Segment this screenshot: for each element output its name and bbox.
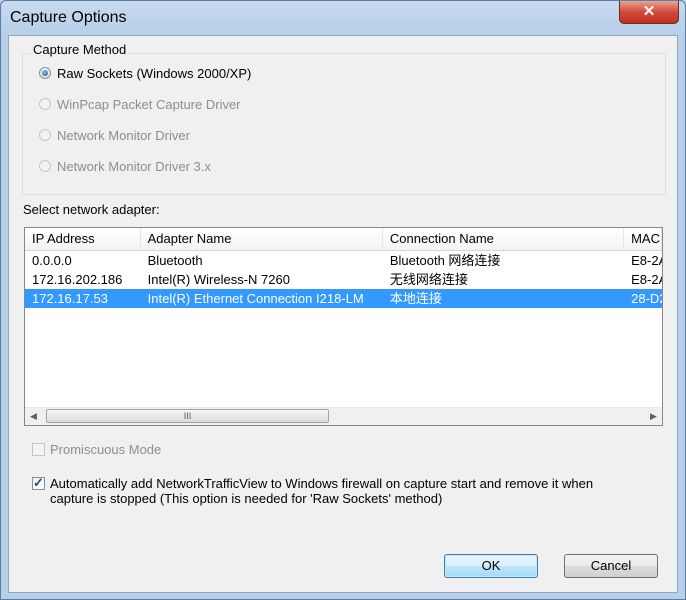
adapter-section-label: Select network adapter: xyxy=(23,202,160,217)
cell-adapter-name: Intel(R) Ethernet Connection I218-LM xyxy=(147,291,364,306)
scroll-right-icon[interactable]: ▶ xyxy=(645,408,662,425)
cell-mac: E8-2A xyxy=(631,272,662,287)
cell-connection-name: 无线网络连接 xyxy=(389,272,468,287)
column-header-mac[interactable]: MAC xyxy=(624,228,662,250)
close-button[interactable]: ✕ xyxy=(619,1,679,24)
scrollbar-thumb[interactable]: III xyxy=(46,409,329,423)
dialog-client-area: Capture Method Raw Sockets (Windows 2000… xyxy=(8,35,678,593)
radio-label: Network Monitor Driver xyxy=(57,127,190,143)
table-row-selected[interactable]: 172.16.17.53 Intel(R) Ethernet Connectio… xyxy=(25,289,662,308)
radio-label: WinPcap Packet Capture Driver xyxy=(57,96,241,112)
promiscuous-mode-option[interactable]: Promiscuous Mode xyxy=(32,442,161,457)
horizontal-scrollbar[interactable]: ◀ III ▶ xyxy=(25,407,662,425)
cell-adapter-name: Intel(R) Wireless-N 7260 xyxy=(147,272,290,287)
radio-button[interactable] xyxy=(39,98,51,110)
checkbox-label: Automatically add NetworkTrafficView to … xyxy=(50,476,594,506)
close-icon: ✕ xyxy=(642,3,656,20)
radio-network-monitor[interactable]: Network Monitor Driver xyxy=(39,126,190,144)
capture-method-legend: Capture Method xyxy=(30,42,130,57)
ok-button[interactable]: OK xyxy=(444,554,538,578)
radio-winpcap[interactable]: WinPcap Packet Capture Driver xyxy=(39,95,241,113)
radio-label: Network Monitor Driver 3.x xyxy=(57,158,211,174)
radio-network-monitor-3x[interactable]: Network Monitor Driver 3.x xyxy=(39,157,211,175)
table-row[interactable]: 172.16.202.186 Intel(R) Wireless-N 7260 … xyxy=(25,270,662,289)
radio-raw-sockets[interactable]: Raw Sockets (Windows 2000/XP) xyxy=(39,64,251,82)
firewall-checkbox[interactable] xyxy=(32,475,45,491)
firewall-option[interactable]: Automatically add NetworkTrafficView to … xyxy=(32,475,640,506)
grip-icon: III xyxy=(183,411,192,421)
cell-connection-name: 本地连接 xyxy=(389,291,442,306)
cell-adapter-name: Bluetooth xyxy=(147,253,203,268)
column-header-connection-name[interactable]: Connection Name xyxy=(383,228,625,250)
title-bar[interactable]: Capture Options ✕ xyxy=(1,1,685,35)
promiscuous-mode-checkbox[interactable] xyxy=(32,443,45,456)
cell-ip: 0.0.0.0 xyxy=(32,253,72,268)
cell-ip: 172.16.202.186 xyxy=(32,272,123,287)
radio-button[interactable] xyxy=(39,129,51,141)
cell-ip: 172.16.17.53 xyxy=(32,291,108,306)
radio-button-checked[interactable] xyxy=(39,67,51,79)
radio-label: Raw Sockets (Windows 2000/XP) xyxy=(57,65,252,81)
table-row[interactable]: 0.0.0.0 Bluetooth Bluetooth 网络连接 E8-2A xyxy=(25,251,662,270)
column-header-ip[interactable]: IP Address xyxy=(25,228,141,250)
adapter-list[interactable]: IP Address Adapter Name Connection Name … xyxy=(24,227,663,426)
radio-button[interactable] xyxy=(39,160,51,172)
scroll-left-icon[interactable]: ◀ xyxy=(25,408,42,425)
cell-connection-name: Bluetooth 网络连接 xyxy=(389,253,501,268)
cell-mac: E8-2A xyxy=(631,253,662,268)
cancel-button[interactable]: Cancel xyxy=(564,554,658,578)
cell-mac: 28-D2 xyxy=(631,291,662,306)
window-title: Capture Options xyxy=(10,9,127,26)
checkbox-label: Promiscuous Mode xyxy=(50,442,162,457)
list-header: IP Address Adapter Name Connection Name … xyxy=(25,228,662,251)
capture-options-dialog: Capture Options ✕ Capture Method Raw Soc… xyxy=(0,0,686,600)
column-header-adapter-name[interactable]: Adapter Name xyxy=(141,228,383,250)
